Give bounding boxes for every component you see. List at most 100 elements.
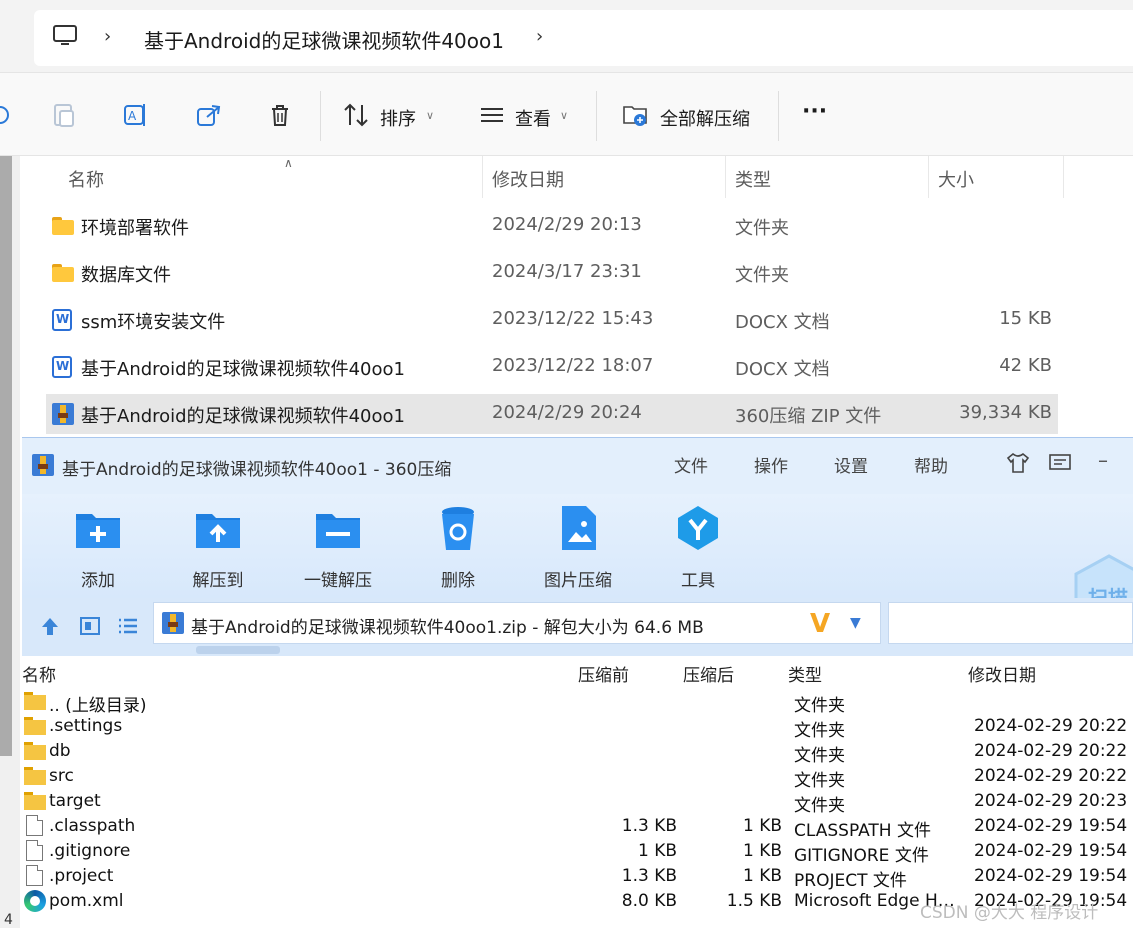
zip-file-row[interactable]: target 文件夹 2024-02-29 20:23 [22,789,1133,816]
paste-icon[interactable] [50,101,78,129]
zip-file-name: .classpath [49,816,136,836]
skin-icon[interactable] [1006,452,1030,474]
column-type[interactable]: 类型 [735,166,771,192]
word-doc-icon: W [52,309,74,331]
file-row[interactable]: W ssm环境安装文件 2023/12/22 15:43 DOCX 文档 15 … [46,300,1058,340]
list-view-icon[interactable] [116,614,140,638]
zip-address-row: 基于Android的足球微课视频软件40oo1.zip - 解包大小为 64.6… [22,598,1133,656]
zip-file-name: target [49,791,101,811]
file-row[interactable]: W 基于Android的足球微课视频软件40oo1 2023/12/22 18:… [46,347,1058,387]
zip-file-type: GITIGNORE 文件 [794,846,929,866]
view-icon[interactable] [478,101,506,129]
share-icon[interactable] [195,101,223,129]
extract-all-button[interactable]: 全部解压缩 [660,105,750,131]
zip-file-date: 2024-02-29 20:22 [974,766,1128,786]
zip-archive-icon [52,403,74,425]
menu-file[interactable]: 文件 [674,452,708,477]
column-divider[interactable] [482,156,483,198]
navigation-pane-scrollbar[interactable] [0,156,12,756]
tools-button[interactable]: 工具 [643,500,753,592]
file-row[interactable]: 环境部署软件 2024/2/29 20:13 文件夹 [46,206,1058,246]
this-pc-icon[interactable] [52,24,78,48]
security-v-icon[interactable]: V [810,609,830,639]
zip-file-row[interactable]: .gitignore 1 KB 1 KB GITIGNORE 文件 2024-0… [22,839,1133,866]
add-button[interactable]: 添加 [43,500,153,592]
file-row[interactable]: 数据库文件 2024/3/17 23:31 文件夹 [46,253,1058,293]
zip-titlebar[interactable]: 基于Android的足球微课视频软件40oo1 - 360压缩 文件 操作 设置… [22,438,1133,494]
toolbar-separator [320,91,321,141]
zip-file-name: .project [49,866,114,886]
one-click-extract-button[interactable]: 一键解压 [283,500,393,592]
file-name: 基于Android的足球微课视频软件40oo1 [81,359,405,380]
view-button[interactable]: 查看 [515,105,551,131]
zip-file-name: .. (上级目录) [49,696,147,716]
extract-all-icon[interactable] [622,101,650,129]
zip-path-field[interactable]: 基于Android的足球微课视频软件40oo1.zip - 解包大小为 64.6… [153,602,881,644]
recycle-bin-icon [442,507,474,550]
address-path[interactable]: 基于Android的足球微课视频软件40oo1 [144,25,504,54]
column-divider[interactable] [1063,156,1064,198]
column-divider[interactable] [928,156,929,198]
zip-file-name: src [49,766,74,786]
dropdown-arrow-icon[interactable]: ▼ [850,615,861,631]
folder-icon [24,715,46,737]
zip-archive-icon [162,612,184,634]
chevron-down-icon[interactable]: ∨ [426,109,434,122]
rename-icon[interactable]: A [122,101,150,129]
more-options-button[interactable]: ··· [802,99,827,124]
column-modified[interactable]: 修改日期 [492,166,564,192]
zip-file-row[interactable]: db 文件夹 2024-02-29 20:22 [22,739,1133,766]
sort-button[interactable]: 排序 [380,105,416,131]
menu-settings[interactable]: 设置 [834,452,868,477]
zip-file-row[interactable]: .. (上级目录) 文件夹 [22,689,1133,716]
one-click-extract-icon [316,514,360,548]
delete-icon[interactable] [266,101,294,129]
column-size[interactable]: 大小 [938,166,974,192]
zip-column-name[interactable]: 名称 [22,661,56,686]
zip-file-date: 2024-02-29 20:22 [974,741,1128,761]
column-divider[interactable] [725,156,726,198]
cut-icon[interactable] [0,101,14,129]
word-doc-icon: W [52,356,74,378]
zip-file-row[interactable]: src 文件夹 2024-02-29 20:22 [22,764,1133,791]
image-compress-button[interactable]: 图片压缩 [523,500,633,592]
file-date: 2024/2/29 20:24 [492,402,642,423]
sort-ascending-icon: ∧ [284,156,293,170]
chevron-right-icon[interactable]: › [104,26,111,47]
zip-file-row[interactable]: .classpath 1.3 KB 1 KB CLASSPATH 文件 2024… [22,814,1133,841]
zip-file-row[interactable]: .settings 文件夹 2024-02-29 20:22 [22,714,1133,741]
file-list-header: ∧ 名称 修改日期 类型 大小 [20,156,1133,198]
path-scrollbar[interactable] [196,646,280,654]
zip-column-modified[interactable]: 修改日期 [968,661,1036,686]
feedback-icon[interactable] [1048,452,1072,474]
zip-file-type: 文件夹 [794,771,845,791]
extract-to-button[interactable]: 解压到 [163,500,273,592]
file-name: 基于Android的足球微课视频软件40oo1 [81,406,405,427]
zip-search-input[interactable] [888,602,1133,644]
extract-to-icon [196,514,240,548]
file-icon [24,815,46,837]
column-name[interactable]: 名称 [68,166,104,192]
chevron-right-icon[interactable]: › [536,26,543,47]
corner-label: 4 [4,912,13,928]
zip-file-type: 文件夹 [794,796,845,816]
menu-operation[interactable]: 操作 [754,452,788,477]
sort-icon[interactable] [342,101,370,129]
file-type: 360压缩 ZIP 文件 [735,406,882,427]
zip-file-before: 8.0 KB [621,891,677,911]
minimize-icon[interactable]: – [1098,448,1108,472]
zip-column-type[interactable]: 类型 [788,661,822,686]
zip-column-after[interactable]: 压缩后 [683,661,734,686]
file-date: 2023/12/22 18:07 [492,355,654,376]
zip-window: 基于Android的足球微课视频软件40oo1 - 360压缩 文件 操作 设置… [22,437,1133,928]
zip-column-before[interactable]: 压缩前 [578,661,629,686]
chevron-down-icon[interactable]: ∨ [560,109,568,122]
add-folder-icon [76,514,120,548]
thumbnail-view-icon[interactable] [78,614,102,638]
file-type: DOCX 文档 [735,312,830,333]
zip-file-row[interactable]: .project 1.3 KB 1 KB PROJECT 文件 2024-02-… [22,864,1133,891]
delete-button[interactable]: 删除 [403,500,513,592]
up-arrow-icon[interactable] [38,614,62,638]
file-row-selected[interactable]: 基于Android的足球微课视频软件40oo1 2024/2/29 20:24 … [46,394,1058,434]
menu-help[interactable]: 帮助 [914,452,948,477]
